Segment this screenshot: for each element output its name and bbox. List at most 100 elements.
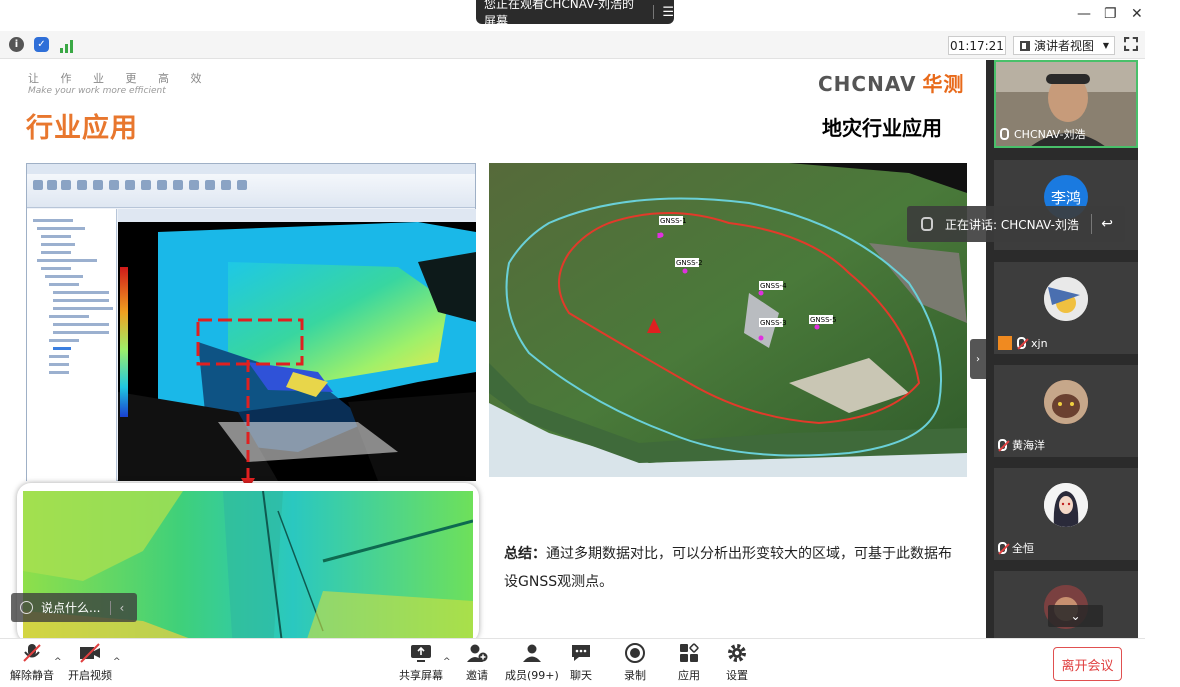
microphone-icon xyxy=(1000,128,1009,140)
summary-body: 通过多期数据对比，可以分析出形变较大的区域，可基于此数据布设GNSS观测点。 xyxy=(504,546,952,590)
deformation-heatmap xyxy=(118,222,476,481)
apps-icon xyxy=(678,643,700,663)
slide-heading: 地灾行业应用 xyxy=(822,116,942,140)
meeting-timer: 01:17:21 xyxy=(948,36,1006,55)
unmute-button[interactable]: 解除静音 xyxy=(10,643,54,683)
view-mode-select[interactable]: 演讲者视图 ▼ xyxy=(1013,36,1115,55)
participant-name: 黄海洋 xyxy=(998,437,1045,453)
summary-text: 总结：通过多期数据对比，可以分析出形变较大的区域，可基于此数据布设GNSS观测点… xyxy=(504,540,964,596)
menu-icon[interactable]: ☰ xyxy=(662,5,674,20)
emoji-icon[interactable] xyxy=(20,601,33,614)
record-button[interactable]: 录制 xyxy=(624,643,646,683)
apps-label: 应用 xyxy=(678,669,700,682)
gnss-label-5: GNSS-5 xyxy=(810,316,837,324)
section-title: 行业应用 xyxy=(26,113,138,144)
participant-name: CHCNAV-刘浩 xyxy=(1000,126,1086,142)
panel-toggle-button[interactable]: › xyxy=(970,339,986,379)
participant-tile[interactable]: 全恒 xyxy=(994,468,1138,560)
view-mode-label: 演讲者视图 xyxy=(1034,39,1095,53)
start-video-label: 开启视频 xyxy=(68,669,112,682)
chevron-up-icon[interactable]: ^ xyxy=(113,657,121,667)
shield-icon[interactable]: ✓ xyxy=(34,37,49,52)
participant-name: xjn xyxy=(998,336,1048,350)
share-screen-label: 共享屏幕 xyxy=(399,669,443,682)
invite-button[interactable]: 邀请 xyxy=(466,643,488,683)
record-icon xyxy=(624,643,646,663)
close-icon[interactable]: ✕ xyxy=(1131,6,1143,22)
title-bar: 您正在观看CHCNAV-刘浩的屏幕 ☰ — ❐ ✕ xyxy=(0,0,1180,31)
chat-label: 聊天 xyxy=(570,669,592,682)
software-tree-panel xyxy=(27,209,117,481)
gnss-label-3: GNSS-3 xyxy=(760,319,787,327)
gnss-label-1: GNSS-1 xyxy=(660,217,687,225)
participants-panel: CHCNAV-刘浩 李鸿 xjn 黄海洋 全恒 xyxy=(986,60,1138,638)
microphone-muted-icon xyxy=(998,439,1007,451)
end-meeting-button[interactable]: 离开会议 xyxy=(1053,647,1122,681)
gnss-label-4: GNSS-4 xyxy=(760,282,787,290)
gnss-label-2: GNSS-2 xyxy=(676,259,703,267)
microphone-muted-icon xyxy=(21,643,43,663)
chevron-down-icon: ▼ xyxy=(1102,41,1109,50)
brand-name-cn: 华测 xyxy=(922,72,965,96)
microphone-muted-icon xyxy=(1017,337,1026,349)
minimize-icon[interactable]: — xyxy=(1077,6,1091,22)
camera-off-icon xyxy=(79,643,101,663)
participant-name: 全恒 xyxy=(998,540,1034,556)
members-button[interactable]: 成员(99+) xyxy=(505,643,559,683)
start-video-button[interactable]: 开启视频 xyxy=(68,643,112,683)
software-menubar xyxy=(27,164,475,174)
chevron-up-icon[interactable]: ^ xyxy=(443,657,451,667)
notice-separator xyxy=(1091,214,1093,234)
members-label: 成员(99+) xyxy=(505,669,559,682)
avatar xyxy=(1044,483,1088,527)
meeting-info-bar: i ✓ 01:17:21 演讲者视图 ▼ xyxy=(0,31,1145,59)
restore-icon[interactable]: ❐ xyxy=(1104,6,1117,22)
orthophoto-map: GNSS-1 GNSS-2 GNSS-4 GNSS-3 GNSS-5 xyxy=(489,163,967,477)
slide-slogan: 让 作 业 更 高 效 xyxy=(28,72,211,85)
participant-tile[interactable]: CHCNAV-刘浩 xyxy=(994,60,1138,148)
meeting-toolbar: 解除静音 ^ 开启视频 ^ 共享屏幕 ^ 邀请 成员(99+) 聊天 录制 应用… xyxy=(0,638,1145,687)
avatar xyxy=(1044,380,1088,424)
chevron-left-icon[interactable]: ‹ xyxy=(119,601,124,615)
reply-icon[interactable]: ↩ xyxy=(1101,216,1113,232)
unmute-label: 解除静音 xyxy=(10,669,54,682)
zoom-connector xyxy=(241,360,255,490)
chat-icon xyxy=(570,643,592,663)
share-banner[interactable]: 您正在观看CHCNAV-刘浩的屏幕 ☰ xyxy=(476,0,674,28)
brand-name-en: CHCNAV xyxy=(818,72,917,96)
software-ribbon xyxy=(27,174,475,208)
participant-tile[interactable]: 黄海洋 xyxy=(994,365,1138,457)
avatar xyxy=(1044,277,1088,321)
layout-icon xyxy=(1020,40,1030,51)
summary-label: 总结： xyxy=(504,546,546,562)
gear-icon xyxy=(726,643,748,663)
chat-placeholder: 说点什么... xyxy=(41,601,101,615)
info-icon[interactable]: i xyxy=(9,37,24,52)
users-icon xyxy=(521,643,543,663)
chat-input[interactable]: 说点什么... ‹ xyxy=(11,593,137,622)
chat-separator xyxy=(110,600,112,615)
fullscreen-icon[interactable] xyxy=(1124,37,1138,51)
microphone-muted-icon xyxy=(921,217,933,231)
slide-slogan-en: Make your work more efficient xyxy=(28,86,166,96)
record-label: 录制 xyxy=(624,669,646,682)
settings-label: 设置 xyxy=(726,669,748,682)
brand-logo: CHCNAV 华测 xyxy=(818,68,964,97)
chat-button[interactable]: 聊天 xyxy=(570,643,592,683)
speaking-notice: 正在讲话: CHCNAV-刘浩 ↩ xyxy=(907,206,1125,242)
share-screen-button[interactable]: 共享屏幕 xyxy=(399,643,443,683)
chevron-up-icon[interactable]: ^ xyxy=(54,657,62,667)
add-user-icon xyxy=(466,643,488,663)
signal-icon[interactable] xyxy=(59,38,74,53)
share-screen-icon xyxy=(410,643,432,663)
scroll-down-button[interactable]: ⌄ xyxy=(1048,605,1103,627)
share-banner-text: 您正在观看CHCNAV-刘浩的屏幕 xyxy=(484,0,635,28)
shared-slide: 让 作 业 更 高 效 Make your work more efficien… xyxy=(0,60,986,638)
participant-tile[interactable]: xjn xyxy=(994,262,1138,354)
settings-button[interactable]: 设置 xyxy=(726,643,748,683)
speaking-notice-text: 正在讲话: CHCNAV-刘浩 xyxy=(945,217,1079,232)
user-icon xyxy=(998,336,1012,350)
invite-label: 邀请 xyxy=(466,669,488,682)
apps-button[interactable]: 应用 xyxy=(678,643,700,683)
microphone-muted-icon xyxy=(998,542,1007,554)
